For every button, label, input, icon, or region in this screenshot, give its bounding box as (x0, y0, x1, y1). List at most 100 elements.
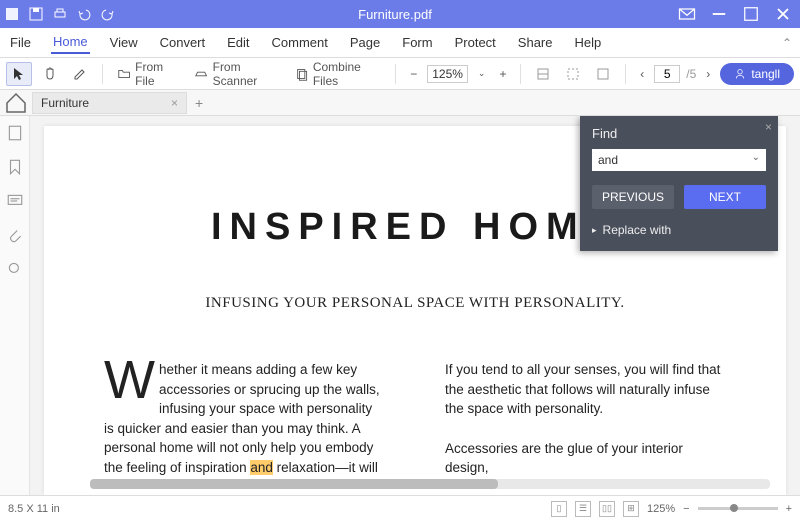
combine-label: Combine Files (313, 60, 382, 88)
comments-icon[interactable] (6, 192, 24, 210)
combine-button[interactable]: Combine Files (291, 62, 386, 86)
attachments-icon[interactable] (6, 226, 24, 244)
menu-share[interactable]: Share (516, 32, 555, 53)
zoom-slider[interactable] (698, 507, 778, 510)
menu-home[interactable]: Home (51, 31, 90, 54)
view-continuous-icon[interactable]: ☰ (575, 501, 591, 517)
menu-comment[interactable]: Comment (270, 32, 330, 53)
thumbnails-icon[interactable] (6, 124, 24, 142)
find-close-icon[interactable]: × (765, 120, 772, 134)
page-size-label: 8.5 X 11 in (8, 503, 60, 515)
from-file-label: From File (135, 60, 180, 88)
actual-size-icon (595, 66, 611, 82)
find-title: Find (592, 126, 766, 141)
zoom-out-button[interactable]: − (406, 62, 421, 86)
scanner-icon (194, 66, 208, 82)
from-scanner-label: From Scanner (213, 60, 281, 88)
edit-tool[interactable] (68, 62, 92, 86)
app-logo-icon (4, 6, 20, 22)
combine-icon (295, 66, 309, 82)
replace-label: Replace with (603, 223, 672, 237)
mail-icon[interactable] (674, 4, 700, 24)
minimize-button[interactable] (706, 4, 732, 24)
menu-view[interactable]: View (108, 32, 140, 53)
main-area: INSPIRED HOME INFUSING YOUR PERSONAL SPA… (0, 116, 800, 495)
close-button[interactable] (770, 4, 796, 24)
edit-icon (72, 66, 88, 82)
horizontal-scrollbar[interactable] (90, 479, 770, 489)
home-tab-icon[interactable] (4, 91, 28, 115)
title-bar: Furniture.pdf (0, 0, 800, 28)
replace-toggle[interactable]: ▸ Replace with (592, 223, 766, 237)
status-zoom-out[interactable]: − (683, 503, 689, 515)
maximize-button[interactable] (738, 4, 764, 24)
fit-width-button[interactable] (531, 62, 555, 86)
scrollbar-thumb[interactable] (90, 479, 498, 489)
menu-protect[interactable]: Protect (453, 32, 498, 53)
view-single-icon[interactable]: ▯ (551, 501, 567, 517)
collapse-ribbon-icon[interactable]: ⌃ (782, 36, 792, 50)
save-icon[interactable] (28, 6, 44, 22)
hand-tool[interactable] (38, 62, 62, 86)
find-input[interactable] (592, 149, 766, 171)
menu-form[interactable]: Form (400, 32, 434, 53)
prev-page-button[interactable]: ‹ (636, 62, 648, 86)
page-total: /5 (686, 67, 696, 81)
doc-column-left: Whether it means adding a few key access… (104, 360, 385, 478)
menu-bar: File Home View Convert Edit Comment Page… (0, 28, 800, 58)
cursor-icon (11, 66, 27, 82)
col2-p2: Accessories are the glue of your interio… (445, 439, 726, 478)
search-panel-icon[interactable] (6, 260, 24, 278)
fit-page-icon (565, 66, 581, 82)
find-next-button[interactable]: NEXT (684, 185, 766, 209)
document-canvas[interactable]: INSPIRED HOME INFUSING YOUR PERSONAL SPA… (30, 116, 800, 495)
zoom-slider-handle[interactable] (730, 504, 738, 512)
user-account-button[interactable]: tangll (720, 63, 794, 85)
select-tool[interactable] (6, 62, 32, 86)
menu-help[interactable]: Help (573, 32, 604, 53)
undo-icon[interactable] (76, 6, 92, 22)
menu-convert[interactable]: Convert (158, 32, 208, 53)
hand-icon (42, 66, 58, 82)
bookmarks-icon[interactable] (6, 158, 24, 176)
menu-edit[interactable]: Edit (225, 32, 251, 53)
document-tab[interactable]: Furniture × (32, 92, 187, 114)
from-file-button[interactable]: From File (113, 62, 184, 86)
search-highlight: and (250, 460, 273, 475)
actual-size-button[interactable] (591, 62, 615, 86)
left-sidebar (0, 116, 30, 495)
close-tab-icon[interactable]: × (171, 96, 178, 110)
dropcap: W (104, 360, 159, 400)
col2-p1: If you tend to all your senses, you will… (445, 360, 726, 419)
status-bar: 8.5 X 11 in ▯ ☰ ▯▯ ⊞ 125% − + (0, 495, 800, 521)
status-zoom-in[interactable]: + (786, 503, 792, 515)
menu-file[interactable]: File (8, 32, 33, 53)
view-grid-icon[interactable]: ⊞ (623, 501, 639, 517)
zoom-in-button[interactable]: + (495, 62, 510, 86)
zoom-value[interactable]: 125% (427, 65, 468, 83)
home-toolbar: From File From Scanner Combine Files − 1… (0, 58, 800, 90)
find-previous-button[interactable]: PREVIOUS (592, 185, 674, 209)
document-tabs-bar: Furniture × + (0, 90, 800, 116)
status-zoom-value: 125% (647, 503, 675, 515)
folder-icon (117, 66, 131, 82)
print-icon[interactable] (52, 6, 68, 22)
window-title: Furniture.pdf (116, 7, 674, 22)
view-two-page-icon[interactable]: ▯▯ (599, 501, 615, 517)
user-icon (734, 68, 746, 80)
expand-icon: ▸ (592, 225, 597, 236)
fit-page-button[interactable] (561, 62, 585, 86)
menu-page[interactable]: Page (348, 32, 382, 53)
find-dropdown-icon[interactable]: ⌄ (752, 152, 760, 163)
doc-subheading: INFUSING YOUR PERSONAL SPACE WITH PERSON… (104, 295, 726, 312)
next-page-button[interactable]: › (702, 62, 714, 86)
redo-icon[interactable] (100, 6, 116, 22)
page-number-input[interactable] (654, 65, 680, 83)
col1-text-post: relaxation—it will (273, 460, 378, 475)
user-name: tangll (751, 67, 780, 81)
zoom-dropdown-icon[interactable]: ⌄ (474, 62, 490, 86)
add-tab-button[interactable]: + (195, 95, 203, 111)
from-scanner-button[interactable]: From Scanner (190, 62, 284, 86)
document-tab-label: Furniture (41, 96, 89, 110)
doc-column-right: If you tend to all your senses, you will… (445, 360, 726, 478)
